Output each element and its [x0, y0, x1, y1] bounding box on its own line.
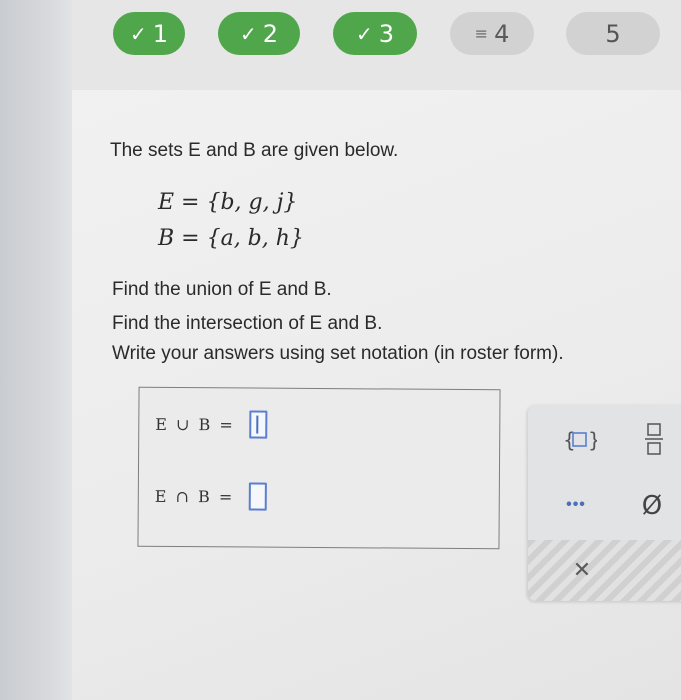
set-braces-button[interactable]: { } — [560, 425, 600, 455]
step-3-label: 3 — [378, 19, 395, 48]
answer-box: E ∪ B = E ∩ B = — [137, 386, 501, 550]
svg-text:}: } — [588, 428, 597, 452]
more-tools-button[interactable]: ••• — [556, 493, 596, 517]
intersection-answer-row: E ∩ B = — [155, 482, 267, 511]
empty-set-button[interactable]: Ø — [632, 489, 672, 523]
step-4-button[interactable]: ≡ 4 — [450, 12, 534, 55]
step-5-button[interactable]: 5 — [566, 12, 660, 55]
step-1-label: 1 — [152, 19, 169, 48]
intersection-label: E ∩ B = — [154, 486, 235, 506]
set-b-definition: B = {a, b, h} — [158, 226, 304, 251]
step-3-button[interactable]: ✓ 3 — [333, 12, 417, 55]
svg-text:{: { — [563, 428, 576, 452]
checkmark-icon: ✓ — [129, 21, 147, 46]
step-1-button[interactable]: ✓ 1 — [113, 12, 185, 55]
instruction-intersection: Find the intersection of E and B. — [112, 313, 383, 334]
set-braces-icon: { } — [563, 428, 597, 452]
union-answer-row: E ∪ B = — [155, 410, 267, 439]
step-2-button[interactable]: ✓ 2 — [218, 12, 300, 55]
instruction-union: Find the union of E and B. — [112, 279, 332, 300]
set-e-definition: E = {b, g, j} — [158, 190, 298, 215]
checkmark-icon: ✓ — [355, 21, 373, 46]
tool-palette-footer: ✕ — [528, 540, 681, 601]
problem-intro: The sets E and B are given below. — [110, 140, 399, 161]
step-5-label: 5 — [605, 19, 621, 48]
checkmark-icon: ✓ — [239, 21, 257, 46]
union-label: E ∪ B = — [155, 414, 235, 434]
step-4-label: 4 — [494, 19, 510, 48]
left-edge-strip — [0, 0, 72, 700]
instruction-notation: Write your answers using set notation (i… — [112, 343, 564, 364]
equals-icon: ≡ — [474, 24, 489, 43]
close-palette-button[interactable]: ✕ — [564, 554, 600, 586]
fraction-button[interactable] — [636, 419, 672, 459]
math-tool-palette: { } ••• Ø ✕ — [528, 405, 681, 601]
fraction-icon — [645, 423, 663, 455]
step-2-label: 2 — [262, 19, 279, 48]
intersection-input[interactable] — [248, 482, 267, 511]
union-input[interactable] — [248, 410, 267, 439]
